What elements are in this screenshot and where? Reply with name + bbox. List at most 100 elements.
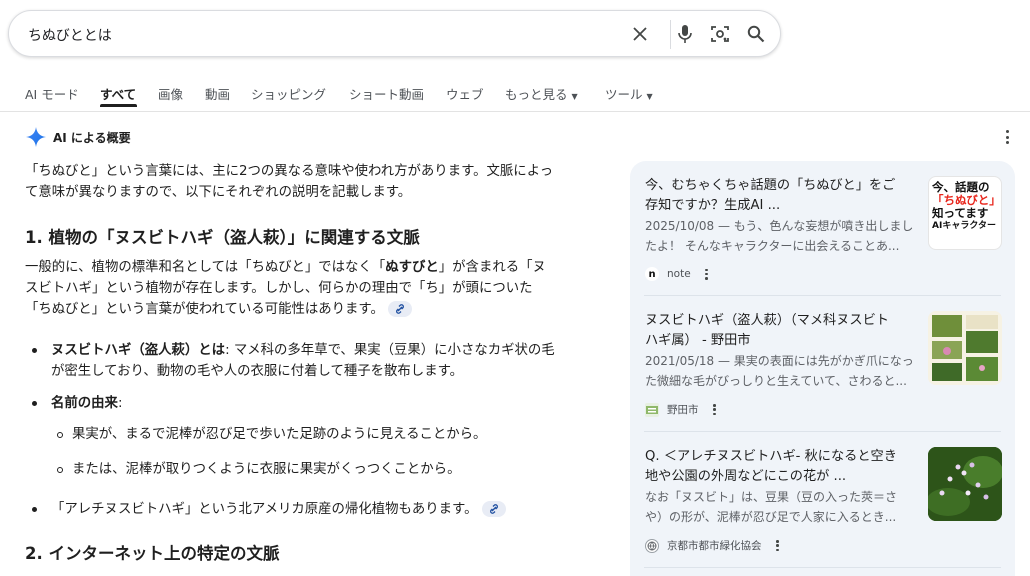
plant-photo-collage bbox=[928, 311, 1002, 385]
text-span: 「アレチヌスビトハギ」という北アメリカ原産の帰化植物もあります。 bbox=[51, 502, 478, 517]
clear-icon[interactable] bbox=[628, 22, 652, 46]
snippet-line: なお「ヌスビト」は、豆果（豆の入った莢＝さ bbox=[645, 490, 898, 504]
bullet-item: 名前の由来: bbox=[51, 393, 122, 414]
text-span: 」が含まれる「ヌ bbox=[438, 260, 546, 275]
snippet-line: たよ！ そんなキャラクターに出会えることあ... bbox=[645, 239, 900, 253]
source-more-options-icon[interactable] bbox=[705, 268, 709, 280]
section-1-line: 「ちぬびと」という言葉が使われている可能性はあります。 bbox=[25, 299, 597, 320]
source-thumbnail[interactable]: 今、話題の 「ちぬびと」 知ってます AIキャラクター bbox=[928, 176, 1002, 250]
snippet-line: 2025/10/08 — もう、色んな妄想が噴き出しまし bbox=[645, 219, 914, 233]
source-title-line: 存知ですか？生成AI ... bbox=[645, 198, 781, 213]
tab-tools[interactable]: ツール ▼ bbox=[605, 84, 653, 103]
search-icon[interactable] bbox=[744, 22, 768, 46]
section-1-heading: 1. 植物の「ヌスビトハギ（盗人萩）」に関連する文脈 bbox=[25, 228, 420, 247]
bullet-dot bbox=[32, 507, 37, 512]
sub-bullet-item: または、泥棒が取りつくように衣服に果実がくっつくことから。 bbox=[72, 462, 461, 477]
source-thumbnail[interactable] bbox=[928, 311, 1002, 385]
bullet-dot bbox=[32, 348, 37, 353]
source-title-line: 地や公園の外周などにこの花が ... bbox=[645, 469, 847, 484]
source-site[interactable]: n note bbox=[645, 267, 709, 281]
source-site[interactable]: 野田市 bbox=[645, 402, 717, 417]
bullet-line: が密生しており、動物の毛や人の衣服に付着して種子を散布します。 bbox=[51, 364, 464, 379]
bold-term: ぬすびと bbox=[385, 260, 439, 275]
tab-shopping[interactable]: ショッピング bbox=[251, 84, 326, 103]
source-link-chip[interactable] bbox=[387, 301, 412, 317]
text-span: : bbox=[117, 396, 123, 411]
card-divider bbox=[644, 431, 1001, 432]
source-title[interactable]: 今、むちゃくちゃ話題の「ちぬびと」をご 存知ですか？生成AI ... bbox=[645, 176, 920, 216]
intro-line: て意味が異なりますので、以下にそれぞれの説明を記載します。 bbox=[25, 185, 412, 200]
thumbnail-text: 今、話題の 「ちぬびと」 知ってます AIキャラクター bbox=[932, 181, 1001, 233]
snippet-line: や）の形が、泥棒が忍び足で人家に入るとき... bbox=[645, 510, 897, 524]
bullet-dot bbox=[32, 401, 37, 406]
source-site-name: 京都市都市緑化協会 bbox=[667, 540, 762, 552]
globe-icon bbox=[645, 538, 659, 553]
section-1-line: スビトハギ」という植物が存在します。しかし、何らかの理由で「ち」が頭についた bbox=[25, 281, 533, 296]
chevron-down-icon: ▼ bbox=[571, 92, 578, 101]
source-title[interactable]: Q. ＜アレチヌスビトハギ- 秋になると空き 地や公園の外周などにこの花が ..… bbox=[645, 447, 920, 487]
source-more-options-icon[interactable] bbox=[713, 404, 717, 415]
snippet-line: 2021/05/18 — 果実の表面には先がかぎ爪になっ bbox=[645, 354, 914, 368]
source-title-line: Q. ＜アレチヌスビトハギ- 秋になると空き bbox=[645, 449, 897, 464]
tab-more-label: もっと見る bbox=[505, 87, 568, 102]
source-site[interactable]: 京都市都市緑化協会 bbox=[645, 538, 780, 553]
section-1-line: 一般的に、植物の標準和名としては「ちぬびと」ではなく「ぬすびと」が含まれる「ヌ bbox=[25, 257, 597, 278]
section-1-paragraph: 一般的に、植物の標準和名としては「ちぬびと」ではなく「ぬすびと」が含まれる「ヌ … bbox=[25, 257, 597, 320]
tab-short-videos[interactable]: ショート動画 bbox=[349, 84, 424, 103]
source-thumbnail[interactable] bbox=[928, 447, 1002, 521]
source-snippet: 2025/10/08 — もう、色んな妄想が噴き出しまし たよ！ そんなキャラク… bbox=[645, 216, 920, 256]
source-title-line: ヌスビトハギ（盗人萩）（マメ科ヌスビト bbox=[645, 313, 889, 328]
text-span: 一般的に、植物の標準和名としては「ちぬびと」ではなく「 bbox=[25, 260, 386, 275]
tab-web[interactable]: ウェブ bbox=[446, 84, 484, 103]
tabs-divider bbox=[0, 111, 1030, 112]
tab-all[interactable]: すべて bbox=[100, 84, 136, 103]
search-input[interactable]: ちぬびととは bbox=[28, 25, 112, 45]
sub-bullet-dot bbox=[57, 467, 63, 473]
section-2-heading: 2. インターネット上の特定の文脈 bbox=[25, 544, 280, 563]
lens-camera-icon[interactable] bbox=[708, 22, 732, 46]
sub-bullet-item: 果実が、まるで泥棒が忍び足で歩いた足跡のように見えることから。 bbox=[72, 427, 487, 442]
source-card[interactable]: 今、むちゃくちゃ話題の「ちぬびと」をご 存知ですか？生成AI ... 2025/… bbox=[645, 176, 1002, 296]
microphone-icon[interactable] bbox=[673, 22, 697, 46]
gemini-sparkle-icon bbox=[26, 127, 46, 147]
overview-more-options-icon[interactable] bbox=[1005, 130, 1009, 144]
source-title[interactable]: ヌスビトハギ（盗人萩）（マメ科ヌスビト ハギ属） - 野田市 bbox=[645, 311, 920, 351]
card-divider bbox=[644, 295, 1001, 296]
text-span: 「ちぬびと」という言葉が使われている可能性はあります。 bbox=[25, 302, 384, 317]
tab-videos[interactable]: 動画 bbox=[205, 84, 230, 103]
search-bar[interactable]: ちぬびととは bbox=[8, 10, 781, 57]
source-site-name: note bbox=[667, 268, 691, 280]
ai-overview-title: AI による概要 bbox=[53, 130, 131, 145]
note-logo-icon: n bbox=[645, 267, 659, 281]
noda-city-logo-icon bbox=[645, 402, 659, 417]
intro-line: 「ちぬびと」という言葉には、主に2つの異なる意味や使われ方があります。文脈によっ bbox=[25, 164, 554, 179]
sub-bullet-dot bbox=[57, 432, 63, 438]
thumbnail-text-line: AIキャラクター bbox=[932, 221, 996, 231]
flower-photo bbox=[928, 447, 1002, 521]
sources-panel: 今、むちゃくちゃ話題の「ちぬびと」をご 存知ですか？生成AI ... 2025/… bbox=[630, 161, 1015, 576]
source-snippet: 2021/05/18 — 果実の表面には先がかぎ爪になっ た微細な毛がびっしりと… bbox=[645, 351, 920, 391]
ai-overview-header: AI による概要 bbox=[25, 126, 131, 148]
source-more-options-icon[interactable] bbox=[776, 540, 780, 551]
card-divider bbox=[644, 567, 1001, 568]
text-span: : マメ科の多年草で、果実（豆果）に小さなカギ状の毛 bbox=[225, 343, 555, 358]
active-tab-indicator bbox=[100, 104, 137, 107]
tab-images[interactable]: 画像 bbox=[158, 84, 183, 103]
source-snippet: なお「ヌスビト」は、豆果（豆の入った莢＝さ や）の形が、泥棒が忍び足で人家に入る… bbox=[645, 487, 920, 527]
bullet-item: 「アレチヌスビトハギ」という北アメリカ原産の帰化植物もあります。 bbox=[51, 499, 506, 520]
bold-term: 名前の由来 bbox=[51, 396, 118, 411]
tab-tools-label: ツール bbox=[605, 87, 643, 102]
source-card[interactable]: Q. ＜アレチヌスビトハギ- 秋になると空き 地や公園の外周などにこの花が ..… bbox=[645, 447, 1002, 567]
tab-ai-mode[interactable]: AI モード bbox=[25, 84, 79, 103]
bullet-line: ヌスビトハギ（盗人萩）とは: マメ科の多年草で、果実（豆果）に小さなカギ状の毛 bbox=[51, 340, 601, 361]
source-title-line: ハギ属） - 野田市 bbox=[645, 333, 751, 348]
divider bbox=[670, 20, 671, 49]
source-site-name: 野田市 bbox=[667, 404, 699, 416]
snippet-line: た微細な毛がびっしりと生えていて、さわると... bbox=[645, 374, 907, 388]
bullet-item: ヌスビトハギ（盗人萩）とは: マメ科の多年草で、果実（豆果）に小さなカギ状の毛 … bbox=[51, 340, 601, 382]
chevron-down-icon: ▼ bbox=[646, 92, 653, 101]
source-card[interactable]: ヌスビトハギ（盗人萩）（マメ科ヌスビト ハギ属） - 野田市 2021/05/1… bbox=[645, 311, 1002, 431]
source-link-chip[interactable] bbox=[481, 501, 506, 517]
tab-more[interactable]: もっと見る ▼ bbox=[505, 84, 578, 103]
bold-term: ヌスビトハギ（盗人萩）とは bbox=[51, 343, 226, 358]
